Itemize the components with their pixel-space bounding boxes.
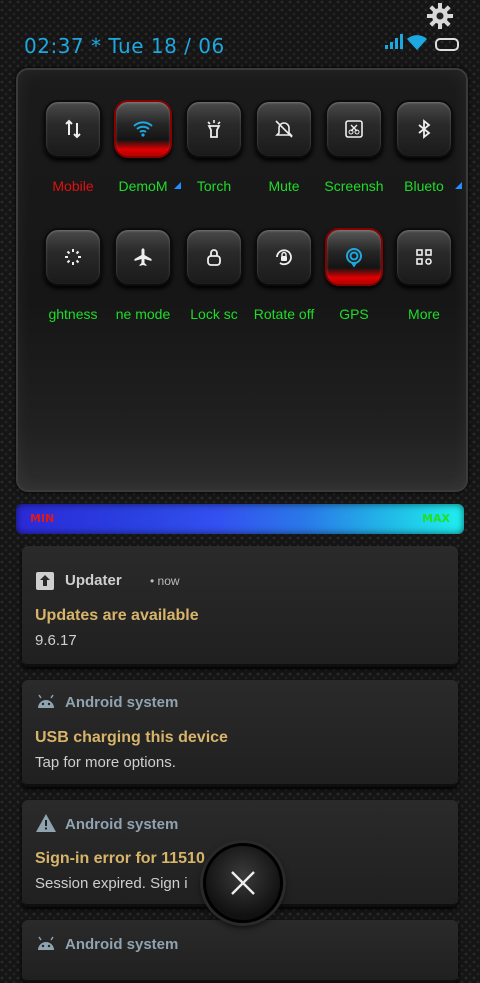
expand-arrow-icon[interactable] bbox=[455, 182, 462, 189]
torch-icon bbox=[185, 100, 243, 158]
tile-lock-screen[interactable]: Lock sc bbox=[179, 228, 249, 328]
tile-label: Blueto bbox=[404, 178, 444, 194]
settings-gear-icon[interactable] bbox=[426, 2, 454, 30]
notification-time-value: now bbox=[157, 574, 180, 588]
notification-app-name: Updater bbox=[65, 572, 122, 589]
tile-mute[interactable]: Mute bbox=[249, 100, 319, 200]
brightness-icon bbox=[44, 228, 102, 286]
notification-app-name: Android system bbox=[65, 694, 179, 711]
brightness-max-label: MAX bbox=[422, 512, 450, 525]
lock-icon bbox=[185, 228, 243, 286]
clear-notifications-button[interactable] bbox=[203, 843, 283, 923]
update-icon bbox=[36, 572, 54, 590]
brightness-min-label: MIN bbox=[30, 512, 55, 525]
notification-usb-charging[interactable]: Android system USB charging this device … bbox=[22, 680, 458, 787]
tile-more[interactable]: More bbox=[389, 228, 459, 328]
close-icon bbox=[231, 871, 255, 895]
status-bar: 02:37 * Tue 18 / 06 bbox=[0, 0, 480, 60]
android-icon bbox=[38, 694, 54, 708]
android-icon bbox=[38, 936, 54, 950]
tile-wifi[interactable]: DemoM bbox=[108, 100, 181, 200]
tile-rotate[interactable]: Rotate off bbox=[249, 228, 319, 328]
notification-title: Updates are available bbox=[35, 607, 199, 624]
rotate-lock-icon bbox=[255, 228, 313, 286]
bluetooth-icon bbox=[395, 100, 453, 158]
warning-icon bbox=[36, 814, 56, 832]
battery-icon bbox=[435, 38, 459, 51]
notification-title: Sign-in error for 11510 bbox=[35, 850, 205, 867]
tile-gps[interactable]: GPS bbox=[319, 228, 389, 328]
mobile-data-icon bbox=[44, 100, 102, 158]
notification-text: Session expired. Sign i bbox=[35, 875, 188, 892]
notification-text: Tap for more options. bbox=[35, 754, 176, 771]
tile-airplane-mode[interactable]: ne mode bbox=[108, 228, 178, 328]
wifi-icon bbox=[407, 35, 427, 50]
tile-label: ne mode bbox=[115, 306, 171, 322]
signal-icon bbox=[385, 34, 403, 49]
airplane-icon bbox=[114, 228, 172, 286]
tile-label: More bbox=[408, 306, 440, 322]
wifi-icon bbox=[114, 100, 172, 158]
notification-updater[interactable]: Updater • now Updates are available 9.6.… bbox=[22, 546, 458, 667]
status-time-date: 02:37 * Tue 18 / 06 bbox=[24, 34, 225, 58]
tile-label: DemoM bbox=[118, 178, 168, 194]
notification-text: 9.6.17 bbox=[35, 632, 77, 649]
notification-app-name: Android system bbox=[65, 936, 179, 953]
notification-android-system[interactable]: Android system bbox=[22, 920, 458, 983]
tile-bluetooth[interactable]: Blueto bbox=[389, 100, 462, 200]
gps-icon bbox=[325, 228, 383, 286]
quick-settings-panel: Mobile DemoM Torch Mute Screensh Blueto … bbox=[16, 68, 468, 492]
tile-torch[interactable]: Torch bbox=[179, 100, 249, 200]
tile-brightness[interactable]: ghtness bbox=[38, 228, 108, 328]
brightness-slider[interactable]: MIN MAX bbox=[16, 504, 464, 534]
screenshot-icon bbox=[325, 100, 383, 158]
mute-icon bbox=[255, 100, 313, 158]
tile-mobile-data[interactable]: Mobile bbox=[38, 100, 108, 200]
notification-time: • now bbox=[150, 574, 180, 588]
notification-title: USB charging this device bbox=[35, 729, 228, 746]
tile-screenshot[interactable]: Screensh bbox=[319, 100, 389, 200]
more-icon bbox=[395, 228, 453, 286]
notification-app-name: Android system bbox=[65, 816, 179, 833]
